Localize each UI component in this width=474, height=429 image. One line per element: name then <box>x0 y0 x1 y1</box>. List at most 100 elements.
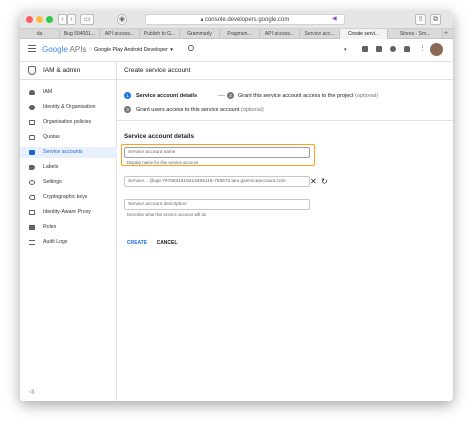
tab-strip: da Bug 594001... API access... Publish t… <box>20 29 453 39</box>
avatar[interactable] <box>430 43 443 56</box>
sidebar-item-identity-aware-proxy[interactable]: Identity-Aware Proxy <box>20 207 117 218</box>
sidebar-item-service-accounts[interactable]: Service accounts <box>20 147 117 158</box>
notifications-icon[interactable] <box>404 46 410 52</box>
sidebar-item-settings[interactable]: Settings <box>20 177 117 188</box>
service-account-description-field[interactable]: Service account description <box>124 199 310 210</box>
tab-label: Fragmen... <box>227 31 252 37</box>
tab-label: Bug 594001... <box>63 31 96 37</box>
step-2-label[interactable]: Grant this service account access to the… <box>238 93 378 99</box>
step-2-number: 2 <box>227 92 234 99</box>
tab-label: Grammarly <box>187 31 212 37</box>
key-icon <box>29 195 35 200</box>
audio-icon[interactable]: ◀ <box>332 15 337 22</box>
sidebar-item-label: Settings <box>43 179 62 185</box>
browser-tab[interactable]: Grammarly <box>180 29 220 39</box>
sidebar-item-roles[interactable]: Roles <box>20 222 117 233</box>
section-title: Service account details <box>124 133 194 140</box>
sidebar-item-cryptographic-keys[interactable]: Cryptographic keys <box>20 192 117 203</box>
step-optional: (optional) <box>355 93 379 99</box>
forward-icon[interactable]: › <box>67 14 76 25</box>
person-add-icon <box>29 90 35 95</box>
project-icon: ⁘ <box>88 47 93 53</box>
sidebar-item-quotas[interactable]: Quotas <box>20 132 117 143</box>
browser-tab[interactable]: Fragmen... <box>220 29 260 39</box>
name-field-placeholder: Service account name <box>128 150 176 155</box>
sidebar-item-label: Service accounts <box>43 149 83 155</box>
service-account-icon <box>29 150 35 155</box>
browser-tab[interactable]: Bug 594001... <box>60 29 100 39</box>
sidebar-item-organisation-policies[interactable]: Organisation policies <box>20 117 117 128</box>
tab-label: Service acc... <box>304 31 335 37</box>
browser-tab-active[interactable]: Create servi... <box>340 29 388 39</box>
console-header: Google APIs ⁘ Google Play Android Develo… <box>20 39 453 62</box>
browser-tab[interactable]: Publish to G... <box>140 29 180 39</box>
sidebar-header: IAM & admin <box>20 62 117 80</box>
close-window-button[interactable] <box>26 16 33 23</box>
chevron-down-icon: ▼ <box>169 47 174 52</box>
cloud-shell-icon[interactable] <box>376 46 382 52</box>
menu-icon[interactable] <box>28 45 36 52</box>
search-icon[interactable] <box>188 45 194 51</box>
step-1-number: 1 <box>124 92 131 99</box>
browser-window: ‹ › ▭ ◉ 🔒︎ console.developers.google.com… <box>20 11 453 401</box>
id-field-prefix: Service... <box>128 179 148 184</box>
back-icon[interactable]: ‹ <box>58 14 67 25</box>
sidebar-item-label: Cryptographic keys <box>43 194 88 200</box>
sidebar-title: IAM & admin <box>43 67 81 74</box>
description-field-help: Describe what this service account will … <box>127 212 207 217</box>
shield-icon[interactable]: ◉ <box>117 14 127 25</box>
step-1-label[interactable]: Service account details <box>136 93 197 99</box>
sidebar-item-iam[interactable]: IAM <box>20 87 117 98</box>
address-bar[interactable]: 🔒︎ console.developers.google.com <box>145 14 345 25</box>
clear-icon[interactable]: ✕ <box>310 177 317 186</box>
sidebar-toggle-icon[interactable]: ▭ <box>80 14 94 25</box>
more-vert-icon[interactable]: ⋮ <box>419 45 426 53</box>
main-content: Create service account 1 Service account… <box>117 62 453 401</box>
account-circle-icon <box>29 105 35 110</box>
list-icon <box>29 240 35 245</box>
tab-label: API access... <box>104 31 135 37</box>
logo-apis-text: APIs <box>69 45 87 54</box>
sidebar-item-identity-organisation[interactable]: Identity & Organisation <box>20 102 117 113</box>
help-icon[interactable] <box>390 46 396 52</box>
collapse-sidebar-icon[interactable]: ◁| <box>29 389 34 395</box>
google-apis-logo[interactable]: Google APIs <box>42 44 86 55</box>
sidebar-item-audit-logs[interactable]: Audit Logs <box>20 237 117 248</box>
browser-tab[interactable]: da <box>20 29 60 39</box>
sidebar-item-label: Identity & Organisation <box>43 104 96 110</box>
maximize-window-button[interactable] <box>46 16 53 23</box>
create-button[interactable]: CREATE <box>123 238 151 248</box>
sidebar-item-labels[interactable]: Labels <box>20 162 117 173</box>
step-optional: (optional) <box>240 107 264 113</box>
shield-icon <box>28 66 36 75</box>
step-3-number: 3 <box>124 106 131 113</box>
name-field-help: Display name for this service account <box>127 160 199 165</box>
service-account-id-field[interactable]: Service... @api-7976831618413465116-7555… <box>124 176 310 187</box>
tab-label: da <box>36 31 43 37</box>
service-account-name-field[interactable]: Service account name <box>124 147 310 158</box>
project-selector[interactable]: ⁘ Google Play Android Developer ▼ <box>88 46 174 54</box>
minimize-window-button[interactable] <box>36 16 43 23</box>
search-dropdown-icon[interactable]: ▼ <box>343 47 347 52</box>
browser-tab[interactable]: API access... <box>100 29 140 39</box>
id-field-suffix: @api-7976831618413465116-755572.iam.gser… <box>149 179 286 184</box>
sidebar-item-label: Quotas <box>43 134 60 140</box>
tabs-overview-icon[interactable]: ⧉ <box>430 14 441 25</box>
browser-tab[interactable]: Service acc... <box>300 29 340 39</box>
label-icon <box>29 165 35 170</box>
share-icon[interactable]: ⇧ <box>415 14 426 25</box>
browser-tab[interactable]: Stores - Sm... <box>388 29 443 39</box>
quota-icon <box>29 135 35 140</box>
description-field-placeholder: Service account description <box>128 202 187 207</box>
step-3-label[interactable]: Grant users access to this service accou… <box>136 107 264 113</box>
refresh-icon[interactable]: ↻ <box>321 177 328 186</box>
logo-google-text: Google <box>42 45 68 54</box>
address-bar-url: console.developers.google.com <box>204 17 290 23</box>
gift-icon[interactable] <box>362 46 368 52</box>
cancel-button[interactable]: CANCEL <box>153 238 181 248</box>
tab-label: Stores - Sm... <box>399 31 431 37</box>
project-name: Google Play Android Developer <box>93 47 168 53</box>
sidebar: IAM & admin IAM Identity & Organisation … <box>20 62 117 401</box>
browser-tab[interactable]: API access... <box>260 29 300 39</box>
new-tab-icon[interactable]: + <box>444 29 448 39</box>
